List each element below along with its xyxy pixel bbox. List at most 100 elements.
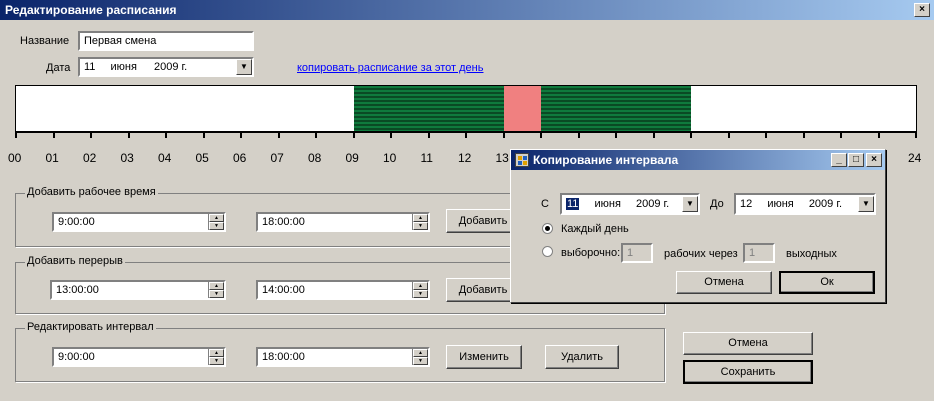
- timeline-tick: [802, 131, 805, 138]
- cancel-button[interactable]: Отмена: [683, 332, 813, 355]
- spin-down-icon[interactable]: ▼: [413, 290, 428, 298]
- dialog-maximize-button[interactable]: □: [848, 153, 864, 167]
- work-days-label: рабочих через: [664, 248, 738, 260]
- radio-selected-dot: [545, 226, 550, 231]
- spin-down-icon[interactable]: ▼: [209, 222, 224, 230]
- break-to-input[interactable]: 14:00:00: [256, 280, 430, 300]
- from-date-day[interactable]: 11: [566, 198, 580, 210]
- to-date-picker[interactable]: 12 июня 2009 г.: [734, 193, 876, 215]
- chevron-down-icon: ▼: [686, 199, 694, 208]
- chevron-down-icon: ▼: [862, 199, 870, 208]
- close-icon: ×: [919, 4, 925, 15]
- timeline-work-segment[interactable]: [541, 86, 691, 131]
- from-date-label: С: [541, 198, 549, 210]
- dialog-minimize-button[interactable]: _: [831, 153, 847, 167]
- to-date-year[interactable]: 2009 г.: [809, 198, 842, 210]
- work-from-input[interactable]: 9:00:00: [52, 212, 226, 232]
- name-input[interactable]: Первая смена: [78, 31, 254, 51]
- edit-from-input[interactable]: 9:00:00: [52, 347, 226, 367]
- selective-radio[interactable]: [542, 246, 553, 257]
- break-from-input[interactable]: 13:00:00: [50, 280, 226, 300]
- dialog-close-button[interactable]: ×: [866, 153, 882, 167]
- break-from-spinner[interactable]: ▲ ▼: [208, 282, 224, 298]
- dialog-ok-button[interactable]: Ок: [779, 271, 875, 294]
- schedule-timeline[interactable]: [15, 85, 917, 132]
- timeline-hour-label: 03: [120, 151, 134, 165]
- break-group-label: Добавить перерыв: [25, 255, 125, 267]
- spin-up-icon[interactable]: ▲: [209, 349, 224, 357]
- to-date-month[interactable]: июня: [767, 198, 793, 210]
- dialog-title: Копирование интервала: [533, 153, 679, 167]
- timeline-tick: [615, 131, 617, 138]
- every-day-label[interactable]: Каждый день: [561, 223, 629, 235]
- work-to-input[interactable]: 18:00:00: [256, 212, 430, 232]
- timeline-tick: [315, 131, 317, 138]
- edit-to-input[interactable]: 18:00:00: [256, 347, 430, 367]
- spin-down-icon[interactable]: ▼: [209, 290, 224, 298]
- edit-from-spinner[interactable]: ▲ ▼: [208, 349, 224, 365]
- timeline-hour-label: 12: [458, 151, 472, 165]
- timeline-tick: [90, 131, 92, 138]
- date-year[interactable]: 2009 г.: [154, 61, 187, 73]
- spin-down-icon[interactable]: ▼: [209, 357, 224, 365]
- timeline-hour-label: 10: [383, 151, 397, 165]
- from-date-month[interactable]: июня: [594, 198, 620, 210]
- timeline-hour-label: 07: [270, 151, 284, 165]
- timeline-hour-label: 00: [8, 151, 22, 165]
- timeline-tick: [427, 131, 430, 138]
- from-date-picker[interactable]: 11 июня 2009 г.: [560, 193, 700, 215]
- edit-interval-group-label: Редактировать интервал: [25, 321, 156, 333]
- window-close-button[interactable]: ×: [914, 3, 930, 17]
- app-icon: [515, 153, 529, 167]
- date-month[interactable]: июня: [110, 61, 136, 73]
- timeline-hour-label: 13: [495, 151, 509, 165]
- spin-up-icon[interactable]: ▲: [209, 214, 224, 222]
- close-icon: ×: [871, 154, 877, 165]
- spin-down-icon[interactable]: ▼: [413, 222, 428, 230]
- date-dropdown-button[interactable]: ▼: [236, 59, 252, 75]
- to-date-dropdown-button[interactable]: ▼: [858, 196, 874, 212]
- copy-schedule-link[interactable]: копировать расписание за этот день: [297, 62, 483, 74]
- spin-up-icon[interactable]: ▲: [413, 214, 428, 222]
- dialog-cancel-button[interactable]: Отмена: [676, 271, 772, 294]
- to-date-day[interactable]: 12: [740, 198, 752, 210]
- spin-up-icon[interactable]: ▲: [413, 282, 428, 290]
- from-date-year[interactable]: 2009 г.: [636, 198, 669, 210]
- delete-interval-button[interactable]: Удалить: [545, 345, 619, 369]
- timeline-hour-label: 11: [420, 151, 433, 165]
- spin-up-icon[interactable]: ▲: [209, 282, 224, 290]
- off-days-label: выходных: [786, 248, 837, 260]
- save-button[interactable]: Сохранить: [683, 360, 813, 384]
- timeline-break-segment[interactable]: [503, 86, 541, 131]
- timeline-hour-label: 06: [233, 151, 247, 165]
- timeline-tick: [465, 131, 467, 138]
- change-interval-button[interactable]: Изменить: [446, 345, 522, 369]
- timeline-work-segment[interactable]: [353, 86, 504, 131]
- work-days-input[interactable]: 1: [621, 243, 653, 263]
- date-day[interactable]: 11: [84, 61, 95, 73]
- every-day-radio[interactable]: [542, 223, 553, 234]
- copy-interval-dialog: Копирование интервала _ □ × С 11 июня 20…: [510, 149, 886, 303]
- from-date-dropdown-button[interactable]: ▼: [682, 196, 698, 212]
- work-from-spinner[interactable]: ▲ ▼: [208, 214, 224, 230]
- off-days-input[interactable]: 1: [743, 243, 775, 263]
- timeline-hour-label: 09: [345, 151, 359, 165]
- dialog-titlebar[interactable]: Копирование интервала _ □ ×: [511, 150, 885, 170]
- window-titlebar[interactable]: Редактирование расписания ×: [0, 0, 934, 20]
- to-date-label: До: [710, 198, 724, 210]
- maximize-icon: □: [852, 154, 860, 165]
- timeline-tick: [502, 131, 505, 138]
- timeline-hour-label: 02: [83, 151, 97, 165]
- date-picker[interactable]: 11 июня 2009 г.: [78, 57, 254, 77]
- edit-to-spinner[interactable]: ▲ ▼: [412, 349, 428, 365]
- add-break-button[interactable]: Добавить: [446, 278, 520, 302]
- spin-up-icon[interactable]: ▲: [413, 349, 428, 357]
- selective-label[interactable]: выборочно:: [561, 247, 620, 259]
- break-to-spinner[interactable]: ▲ ▼: [412, 282, 428, 298]
- add-work-time-button[interactable]: Добавить: [446, 209, 520, 233]
- timeline-tick: [277, 131, 280, 138]
- work-to-spinner[interactable]: ▲ ▼: [412, 214, 428, 230]
- timeline-tick: [352, 131, 355, 138]
- timeline-tick: [840, 131, 842, 138]
- spin-down-icon[interactable]: ▼: [413, 357, 428, 365]
